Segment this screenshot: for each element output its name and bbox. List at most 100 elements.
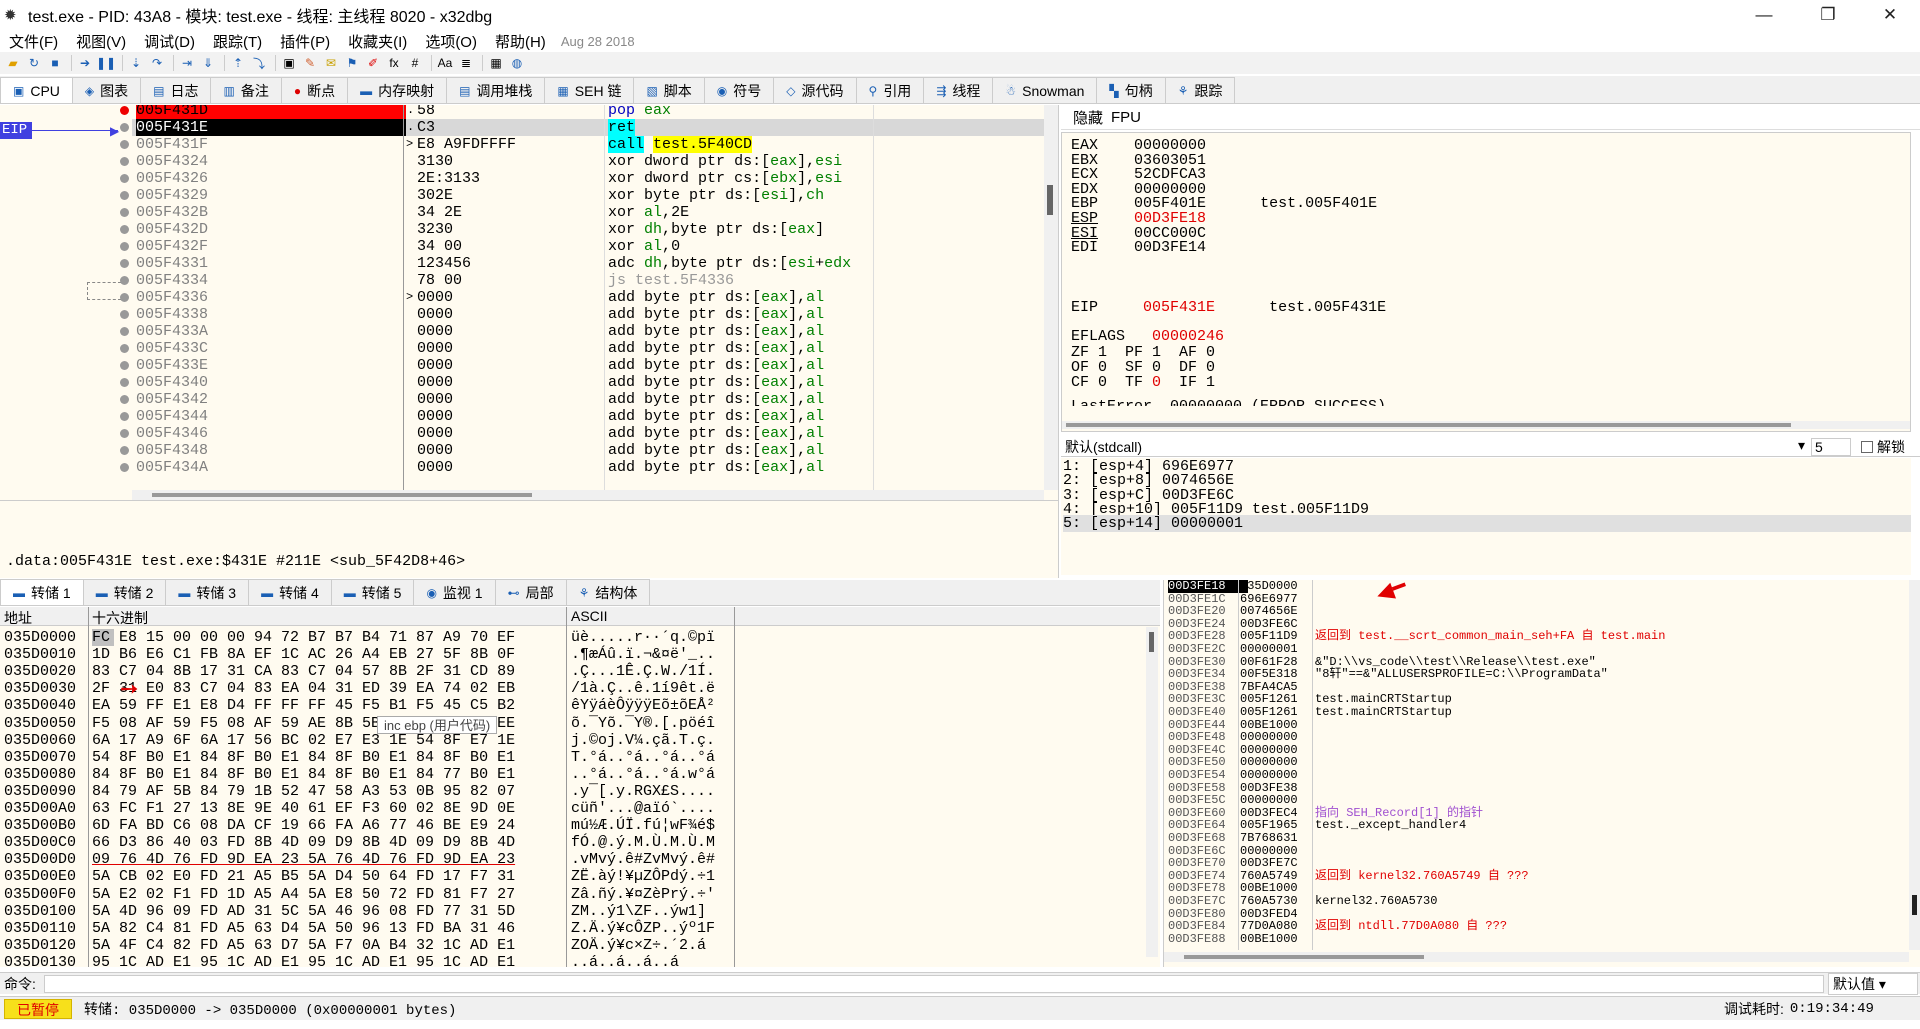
disasm-row[interactable]: 005F4338 0000 add byte ptr ds:[eax],al: [132, 306, 1044, 323]
dump-row[interactable]: 035D0090 84 79 AF 5B 84 79 1B 52 47 58 A3…: [0, 783, 735, 800]
dump-tab-2[interactable]: ▬ 转储 3: [165, 579, 250, 605]
disasm-row[interactable]: 005F432D 3230 xor dh,byte ptr ds:[eax]: [132, 221, 1044, 238]
disassembly-scrollbar[interactable]: [1044, 105, 1058, 490]
stack-scrollbar[interactable]: [1909, 580, 1920, 950]
disasm-row[interactable]: 005F4342 0000 add byte ptr ds:[eax],al: [132, 391, 1044, 408]
breakpoint-toggle[interactable]: [120, 276, 129, 285]
patch-icon[interactable]: ✎: [301, 54, 319, 72]
menu-0[interactable]: 文件(F): [0, 31, 67, 52]
label-icon[interactable]: ⚑: [343, 54, 361, 72]
run-to-user-code-icon[interactable]: ⤵: [250, 54, 268, 72]
disasm-row[interactable]: 005F4344 0000 add byte ptr ds:[eax],al: [132, 408, 1044, 425]
disasm-row[interactable]: 005F433C 0000 add byte ptr ds:[eax],al: [132, 340, 1044, 357]
tab-handles[interactable]: ▚ 句柄: [1096, 77, 1166, 103]
tab-call-stack[interactable]: ▤ 调用堆栈: [446, 77, 546, 103]
tab-graph[interactable]: ◈ 图表: [71, 77, 142, 103]
dump-tab-3[interactable]: ▬ 转储 4: [248, 579, 332, 605]
breakpoint-toggle[interactable]: [120, 157, 129, 166]
trace-over-icon[interactable]: ⇓: [199, 54, 217, 72]
stack-hscrollbar[interactable]: [1164, 952, 1909, 962]
breakpoint-toggle[interactable]: [120, 123, 129, 132]
disasm-row[interactable]: 005F431E C3 ret.: [132, 119, 1044, 136]
comment-icon[interactable]: ✉: [322, 54, 340, 72]
dump-row[interactable]: 035D00F0 5A E2 02 F1 FD 1D A5 A4 5A E8 50…: [0, 886, 735, 903]
open-icon[interactable]: ▰: [4, 54, 22, 72]
dump-row[interactable]: 035D0130 95 1C AD E1 95 1C AD E1 95 1C AD…: [0, 954, 735, 967]
dump-row[interactable]: 035D0070 54 8F B0 E1 84 8F B0 E1 84 8F B0…: [0, 749, 735, 766]
breakpoint-toggle[interactable]: [120, 191, 129, 200]
minimize-button[interactable]: —: [1736, 0, 1792, 30]
dump-row[interactable]: 035D00A0 63 FC F1 27 13 8E 9E 40 61 EF F3…: [0, 800, 735, 817]
breakpoint-toggle[interactable]: [120, 242, 129, 251]
dump-row[interactable]: 035D00B0 6D FA BD C6 08 DA CF 19 66 FA A6…: [0, 817, 735, 834]
pause-icon[interactable]: ❚❚: [96, 54, 116, 72]
dump-row[interactable]: 035D00D0 09 76 4D 76 FD 9D EA 23 5A 76 4D…: [0, 851, 735, 868]
disassembly-hscrollbar[interactable]: [132, 490, 1044, 500]
run-icon[interactable]: ➔: [76, 54, 94, 72]
registers-body[interactable]: EAX 00000000 EBX 03603051 ECX 52CDFCA3 E…: [1061, 132, 1911, 432]
breakpoint-toggle[interactable]: [120, 378, 129, 387]
dump-row[interactable]: 035D0110 5A 82 C4 81 FD A5 63 D4 5A 50 96…: [0, 920, 735, 937]
breakpoint-toggle[interactable]: [120, 140, 129, 149]
disasm-row[interactable]: 005F431D 58 pop eax.: [132, 105, 1044, 119]
tab-threads[interactable]: ⇶ 线程: [923, 77, 994, 103]
regs-hscrollbar[interactable]: [1062, 421, 1910, 429]
menu-7[interactable]: 帮助(H): [486, 31, 555, 52]
step-over-icon[interactable]: ↷: [148, 54, 166, 72]
dump-scrollbar[interactable]: [1146, 627, 1158, 957]
menu-5[interactable]: 收藏夹(I): [339, 31, 416, 52]
step-into-icon[interactable]: ⇣: [127, 54, 145, 72]
dump-row[interactable]: 035D0000 FC E8 15 00 00 00 94 72 B7 B7 B4…: [0, 629, 735, 646]
globe-icon[interactable]: ◍: [508, 54, 526, 72]
dump-row[interactable]: 035D00C0 66 D3 86 40 03 FD 8B 4D 09 D9 8B…: [0, 834, 735, 851]
dump-tab-1[interactable]: ▬ 转储 2: [82, 579, 167, 605]
hex-dump-view[interactable]: 地址 十六进制 ASCII 035D0000 FC E8 15 00 00 00 …: [0, 607, 1160, 967]
arg-count-spinner[interactable]: 5: [1811, 437, 1851, 456]
hash-icon[interactable]: #: [406, 54, 424, 72]
disasm-row[interactable]: 005F4324 3130 xor dword ptr ds:[eax],esi: [132, 153, 1044, 170]
tab-seh[interactable]: ▦ SEH 链: [544, 77, 635, 103]
execute-till-return-icon[interactable]: ⇡: [229, 54, 247, 72]
calling-convention-select[interactable]: 默认(stdcall) ▾: [1065, 437, 1805, 457]
breakpoint-toggle[interactable]: [120, 412, 129, 421]
tab-notes[interactable]: ▥ 备注: [210, 77, 282, 103]
disassembly-view[interactable]: EIP ▶ 005F431D 58 pop eax. 005F431E C3 ret. 00…: [0, 105, 1059, 500]
breakpoint-toggle[interactable]: [120, 463, 129, 472]
flags-row-3[interactable]: CF 0 TF 0 IF 1: [1071, 374, 1215, 391]
hide-fpu-toggle[interactable]: 隐藏: [1073, 107, 1103, 128]
strings-icon[interactable]: Aa: [436, 54, 454, 72]
tab-breakpoint[interactable]: ● 断点: [280, 77, 349, 103]
dump-row[interactable]: 035D0050 F5 08 AF 59 F5 08 AF 59 AE 8B 5B…: [0, 715, 735, 732]
breakpoint-toggle[interactable]: [120, 395, 129, 404]
menu-4[interactable]: 插件(P): [271, 31, 339, 52]
call-args-list[interactable]: 1: [esp+4] 696E6977 2: [esp+8] 0074656E 3:…: [1061, 458, 1911, 575]
breakpoint-toggle[interactable]: [120, 429, 129, 438]
reg-eip[interactable]: EIP 005F431E test.005F431E: [1071, 299, 1386, 316]
scylla-icon[interactable]: ▣: [280, 54, 298, 72]
scroll-thumb[interactable]: [1047, 185, 1053, 215]
dump-row[interactable]: 035D0040 EA 59 FF E1 E8 D4 FF FF FF 45 F5…: [0, 697, 735, 714]
calculator-icon[interactable]: ▦: [487, 54, 505, 72]
tab-memory-map[interactable]: ▬ 内存映射: [347, 77, 448, 103]
breakpoint-toggle[interactable]: [120, 106, 129, 115]
dump-row[interactable]: 035D00E0 5A CB 02 E0 FD 21 A5 B5 5A D4 50…: [0, 868, 735, 885]
disasm-row[interactable]: 005F4326 2E:3133 xor dword ptr cs:[ebx],es…: [132, 170, 1044, 187]
disasm-row[interactable]: 005F431F E8 A9FDFFFF call test.5F40CD >: [132, 136, 1044, 153]
breakpoint-toggle[interactable]: [120, 344, 129, 353]
tab-trace[interactable]: ⚘ 跟踪: [1164, 77, 1236, 103]
breakpoint-toggle[interactable]: [120, 225, 129, 234]
breakpoint-toggle[interactable]: [120, 310, 129, 319]
stack-row[interactable]: 00D3FE88 00BE1000: [1164, 932, 1909, 946]
calls-icon[interactable]: ≣: [457, 54, 475, 72]
breakpoint-toggle[interactable]: [120, 327, 129, 336]
disasm-row[interactable]: 005F432B 34 2E xor al,2E: [132, 204, 1044, 221]
hscroll-thumb[interactable]: [152, 493, 532, 497]
tab-snowman[interactable]: ☃ Snowman: [992, 77, 1098, 103]
stop-icon[interactable]: ■: [46, 54, 64, 72]
disasm-row[interactable]: 005F433A 0000 add byte ptr ds:[eax],al: [132, 323, 1044, 340]
dump-row[interactable]: 035D0120 5A 4F C4 82 FD A5 63 D7 5A F7 0A…: [0, 937, 735, 954]
breakpoint-toggle[interactable]: [120, 446, 129, 455]
breakpoint-toggle[interactable]: [120, 361, 129, 370]
dump-row[interactable]: 035D0100 5A 4D 96 09 FD AD 31 5C 5A 46 96…: [0, 903, 735, 920]
trace-into-icon[interactable]: ⇥: [178, 54, 196, 72]
